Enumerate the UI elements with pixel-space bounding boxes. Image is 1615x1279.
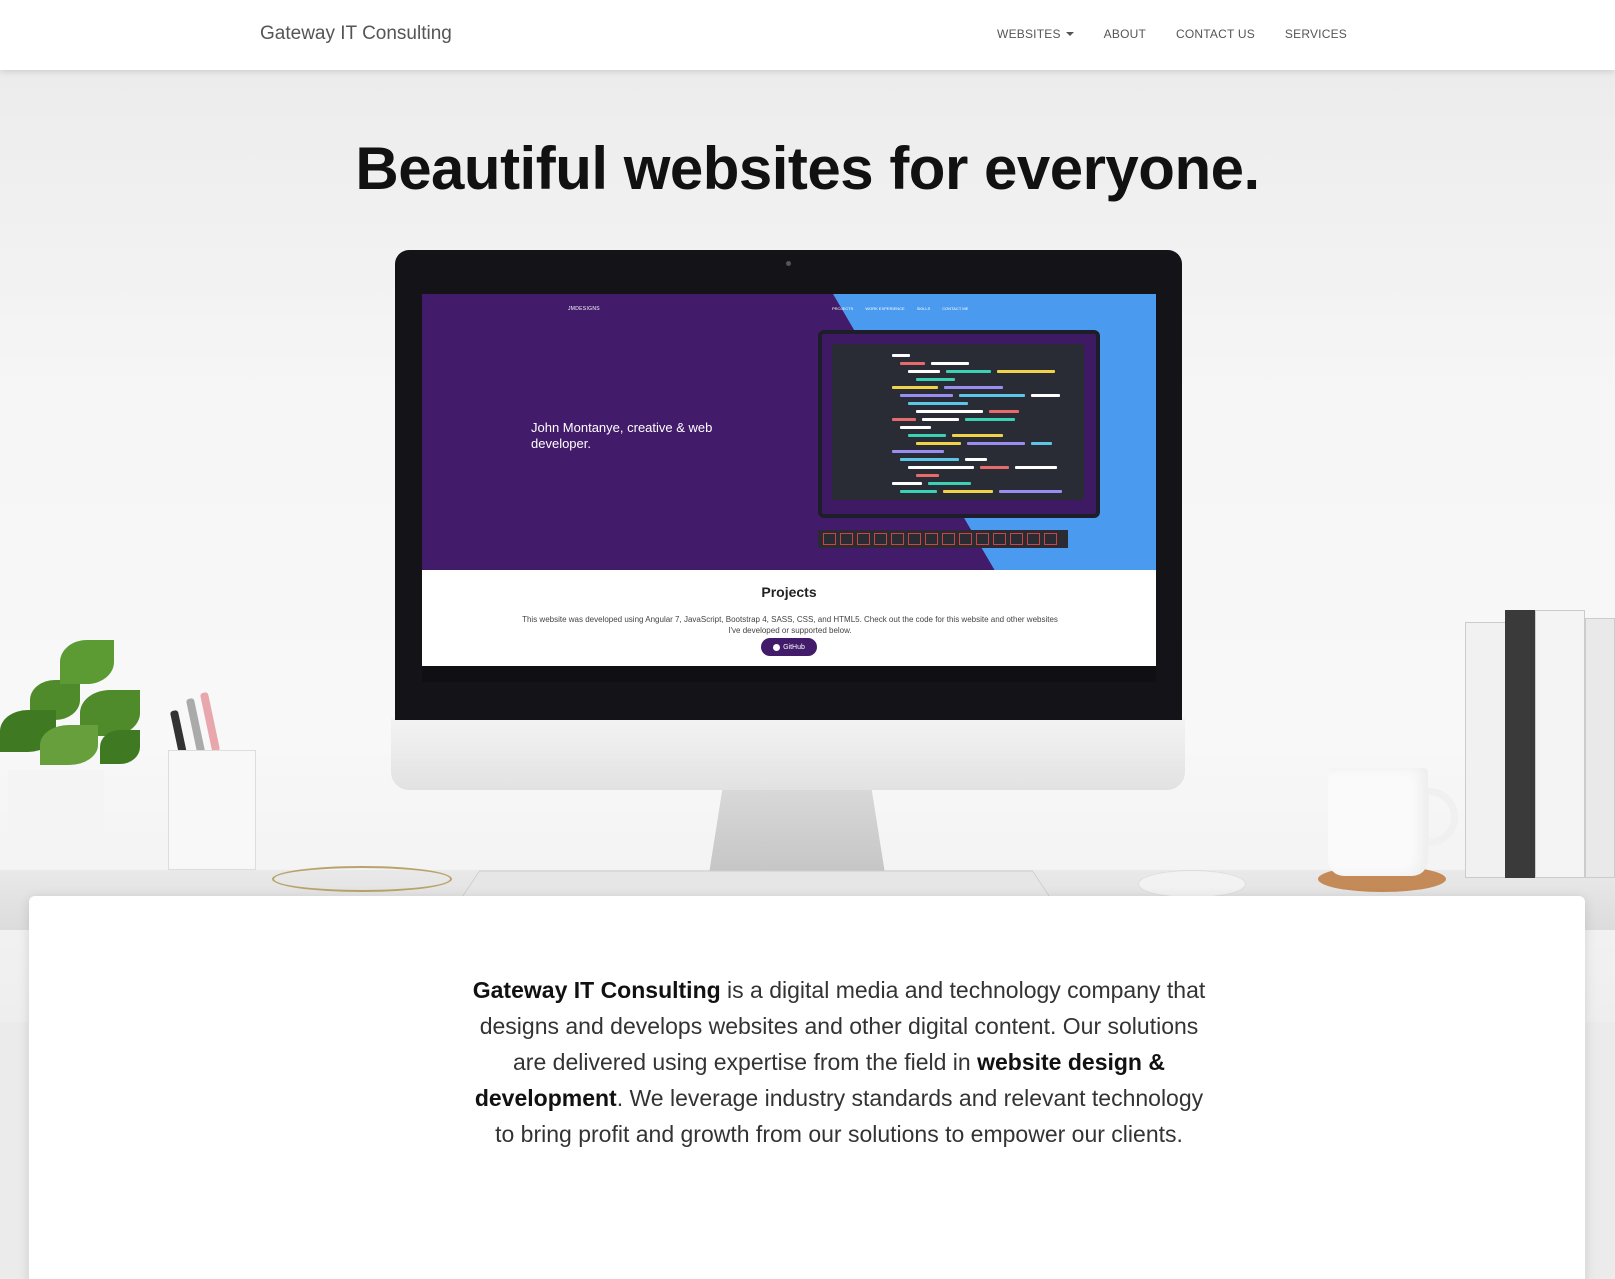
code-line-decoration	[943, 490, 993, 493]
nav-menu: WEBSITES ABOUT CONTACT US SERVICES	[997, 27, 1347, 41]
key-decoration	[959, 533, 972, 545]
preview-nav: PROJECTS WORK EXPERIENCE SKILLS CONTACT …	[832, 306, 968, 311]
key-decoration	[891, 533, 904, 545]
key-decoration	[942, 533, 955, 545]
preview-github-label: GitHub	[783, 643, 805, 651]
preview-projects-description: This website was developed using Angular…	[522, 615, 1058, 635]
code-line-decoration	[922, 418, 959, 421]
code-line-decoration	[967, 442, 1025, 445]
code-line-decoration	[1015, 466, 1057, 469]
code-line-decoration	[928, 482, 971, 485]
key-decoration	[1044, 533, 1057, 545]
code-line-decoration	[908, 434, 946, 437]
github-icon	[773, 643, 781, 651]
key-decoration	[908, 533, 921, 545]
preview-logo: JMDESIGNS	[568, 306, 600, 312]
code-line-decoration	[908, 402, 968, 405]
code-line-decoration	[892, 482, 922, 485]
code-line-decoration	[1031, 442, 1052, 445]
key-decoration	[857, 533, 870, 545]
nav-websites-label: WEBSITES	[997, 27, 1061, 41]
code-line-decoration	[900, 362, 925, 365]
code-line-decoration	[931, 362, 969, 365]
preview-nav-item: SKILLS	[916, 306, 931, 311]
about-card: Gateway IT Consulting is a digital media…	[29, 896, 1585, 1279]
code-line-decoration	[892, 354, 910, 357]
hero-title: Beautiful websites for everyone.	[355, 135, 1260, 202]
key-decoration	[1027, 533, 1040, 545]
code-line-decoration	[900, 394, 953, 397]
key-decoration	[874, 533, 887, 545]
book	[1535, 610, 1585, 878]
nav-contact-us[interactable]: CONTACT US	[1176, 27, 1255, 41]
glasses-decoration	[272, 866, 452, 892]
code-line-decoration	[989, 410, 1019, 413]
preview-nav-item: CONTACT ME	[942, 306, 969, 311]
code-line-decoration	[965, 458, 987, 461]
code-line-decoration	[892, 418, 916, 421]
preview-projects-heading: Projects	[761, 584, 817, 600]
code-line-decoration	[999, 490, 1062, 493]
book	[1585, 618, 1615, 878]
preview-github-button: GitHub	[761, 638, 817, 656]
caret-down-icon	[1065, 32, 1074, 36]
mouse-decoration	[1138, 870, 1246, 898]
code-line-decoration	[980, 466, 1009, 469]
book	[1505, 610, 1539, 878]
key-decoration	[993, 533, 1006, 545]
code-line-decoration	[916, 474, 939, 477]
about-paragraph: Gateway IT Consulting is a digital media…	[469, 972, 1209, 1152]
preview-nav-item: PROJECTS	[832, 306, 854, 311]
code-line-decoration	[900, 458, 959, 461]
key-decoration	[976, 533, 989, 545]
code-line-decoration	[944, 386, 1003, 389]
code-line-decoration	[892, 386, 938, 389]
nav-about[interactable]: ABOUT	[1104, 27, 1146, 41]
code-line-decoration	[916, 442, 961, 445]
code-line-decoration	[952, 434, 1003, 437]
code-line-decoration	[1031, 394, 1060, 397]
code-line-decoration	[946, 370, 991, 373]
preview-nav-item: WORK EXPERIENCE	[865, 306, 905, 311]
brand-link[interactable]: Gateway IT Consulting	[260, 23, 452, 45]
code-line-decoration	[892, 450, 944, 453]
preview-tagline: John Montanye, creative & web developer.	[531, 420, 713, 451]
code-line-decoration	[900, 490, 937, 493]
hero-section: Beautiful websites for everyone. JMDESIG…	[0, 70, 1615, 1022]
code-line-decoration	[908, 370, 940, 373]
code-line-decoration	[900, 426, 931, 429]
code-line-decoration	[908, 466, 974, 469]
preview-keyboard-illustration	[818, 530, 1068, 548]
key-decoration	[840, 533, 853, 545]
key-decoration	[1010, 533, 1023, 545]
nav-websites-dropdown[interactable]: WEBSITES	[997, 27, 1074, 41]
code-line-decoration	[916, 410, 983, 413]
nav-services[interactable]: SERVICES	[1285, 27, 1347, 41]
camera-icon	[786, 261, 791, 266]
navbar: Gateway IT Consulting WEBSITES ABOUT CON…	[0, 0, 1615, 70]
key-decoration	[925, 533, 938, 545]
code-line-decoration	[959, 394, 1025, 397]
website-preview-screen: JMDESIGNS PROJECTS WORK EXPERIENCE SKILL…	[422, 294, 1156, 682]
about-company-name: Gateway IT Consulting	[472, 977, 721, 1003]
code-line-decoration	[997, 370, 1055, 373]
key-decoration	[823, 533, 836, 545]
code-line-decoration	[965, 418, 1015, 421]
preview-laptop-illustration	[818, 330, 1100, 518]
code-line-decoration	[916, 378, 955, 381]
